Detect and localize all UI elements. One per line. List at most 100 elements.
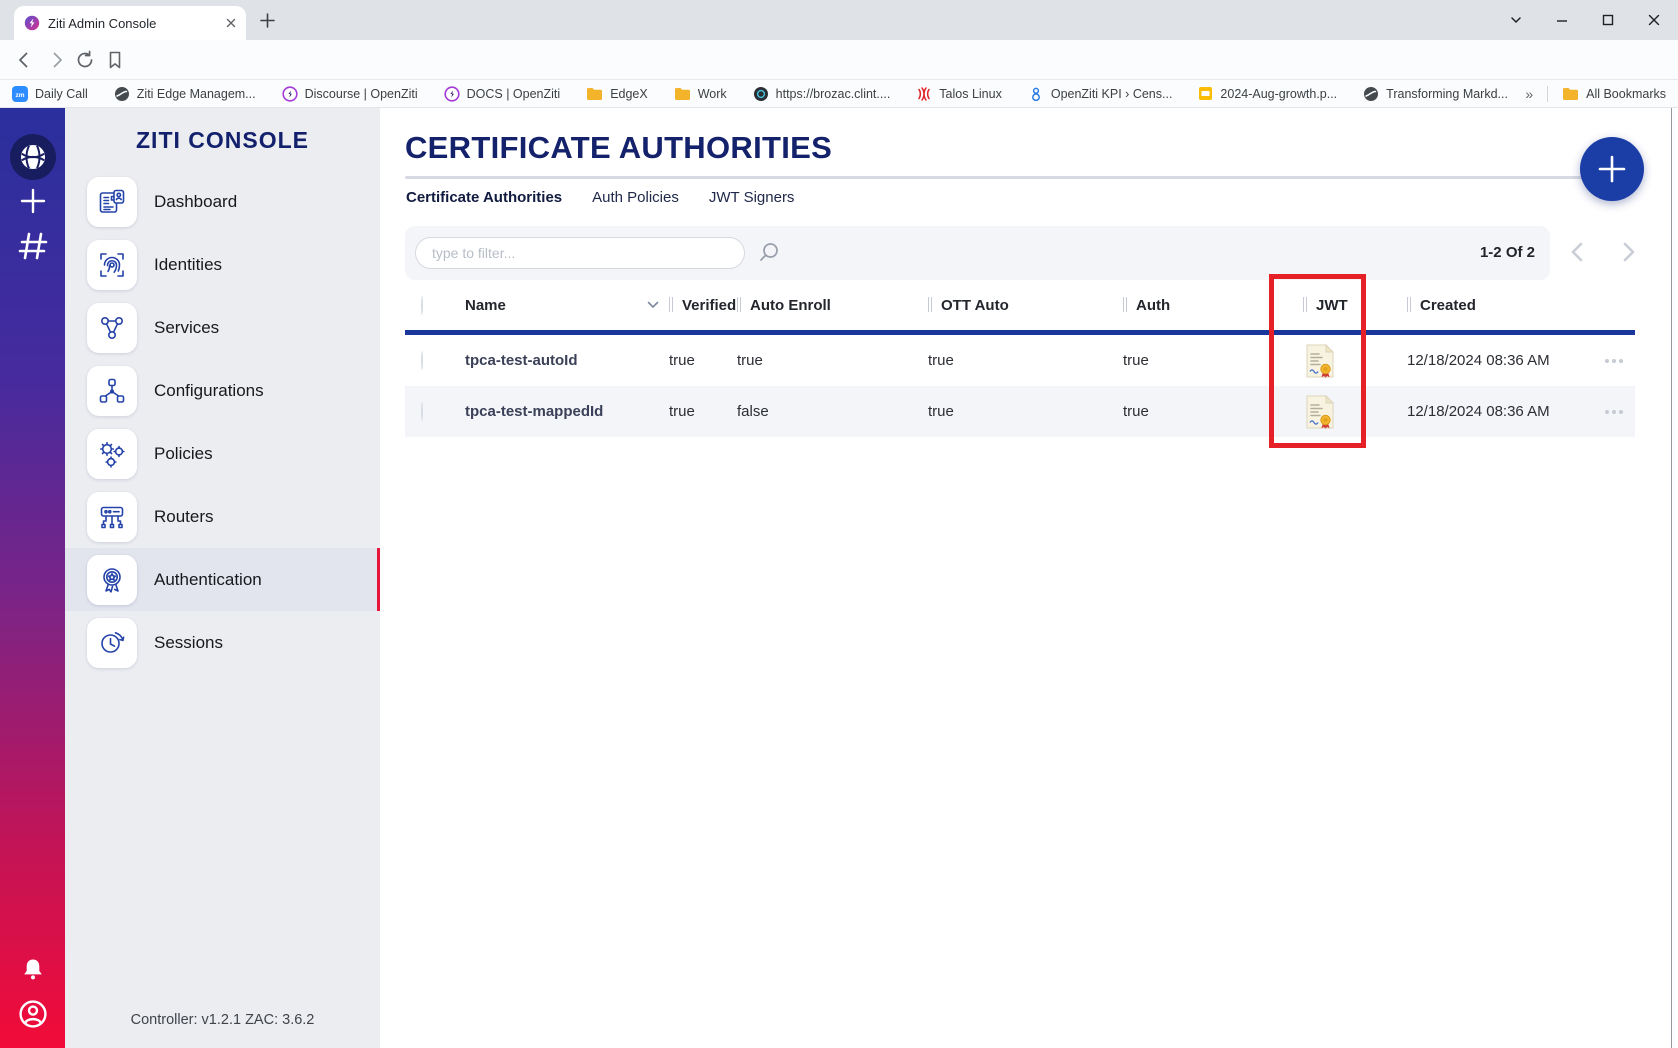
tab-close-icon[interactable]	[224, 16, 238, 30]
all-bookmarks-button[interactable]: All Bookmarks	[1562, 87, 1666, 101]
pagination-prev-icon[interactable]	[1565, 239, 1591, 265]
column-header-auto-enroll[interactable]: Auto Enroll	[737, 297, 928, 314]
ziti-logo-icon[interactable]	[0, 134, 65, 180]
tab-auth-policies[interactable]: Auth Policies	[592, 189, 679, 206]
site-icon	[753, 86, 769, 102]
filter-input[interactable]	[415, 237, 745, 269]
bookmark-ziti-edge[interactable]: Ziti Edge Managem...	[114, 86, 256, 102]
bookmark-transforming-markdown[interactable]: Transforming Markd...	[1363, 86, 1508, 102]
bookmark-2024-aug-growth[interactable]: 2024-Aug-growth.p...	[1198, 86, 1337, 101]
page-title: CERTIFICATE AUTHORITIES	[405, 130, 832, 166]
table-row[interactable]: tpca-test-autoId true true true true 12/…	[405, 335, 1635, 386]
sessions-clock-icon	[87, 618, 137, 668]
bookmark-ribbon-icon[interactable]	[104, 49, 126, 71]
row-checkbox[interactable]	[421, 402, 423, 421]
add-certificate-authority-button[interactable]	[1580, 137, 1644, 201]
table-row[interactable]: tpca-test-mappedId true false true true …	[405, 386, 1635, 437]
bookmark-discourse-openziti[interactable]: Discourse | OpenZiti	[282, 86, 418, 102]
ott-auto-cell: true	[928, 403, 1123, 420]
tab-certificate-authorities[interactable]: Certificate Authorities	[406, 189, 562, 206]
column-header-name[interactable]: Name	[465, 297, 669, 314]
bookmarks-overflow-chevrons[interactable]: »	[1525, 86, 1533, 102]
search-icon[interactable]	[757, 241, 781, 265]
tab-jwt-signers[interactable]: JWT Signers	[709, 189, 795, 206]
document-icon	[1198, 86, 1213, 101]
sidebar-item-routers[interactable]: Routers	[65, 485, 380, 548]
new-tab-button[interactable]	[258, 11, 277, 30]
plus-icon	[1595, 152, 1629, 186]
browser-toolbar: https://ctrl.cdaws.clint.demo.openziti.o…	[0, 40, 1678, 80]
sidebar-item-policies[interactable]: Policies	[65, 422, 380, 485]
sidebar-item-authentication[interactable]: Authentication	[65, 548, 380, 611]
profile-icon[interactable]	[0, 998, 65, 1030]
scrollbar-edge	[1671, 108, 1672, 1048]
svg-text:zm: zm	[15, 92, 24, 99]
back-icon[interactable]	[13, 49, 35, 71]
sort-chevron-icon[interactable]	[647, 301, 659, 309]
ca-name-cell[interactable]: tpca-test-mappedId	[465, 403, 669, 420]
browser-titlebar: Ziti Admin Console	[0, 0, 1678, 40]
tab-title: Ziti Admin Console	[48, 16, 216, 31]
bookmark-daily-call[interactable]: zm Daily Call	[12, 86, 88, 102]
row-menu-ellipsis-icon[interactable]	[1605, 410, 1635, 414]
verified-cell: true	[669, 352, 737, 369]
column-header-auth[interactable]: Auth	[1123, 297, 1303, 314]
policies-gears-icon	[87, 429, 137, 479]
router-icon	[87, 492, 137, 542]
ott-auto-cell: true	[928, 352, 1123, 369]
openziti-icon	[282, 86, 298, 102]
tab-search-chevron-icon[interactable]	[1508, 12, 1524, 28]
browser-tab[interactable]: Ziti Admin Console	[14, 6, 246, 40]
forward-icon[interactable]	[46, 49, 68, 71]
select-all-checkbox[interactable]	[421, 296, 423, 315]
sidebar-item-identities[interactable]: Identities	[65, 233, 380, 296]
bookmark-folder-work[interactable]: Work	[674, 87, 727, 101]
sidebar-item-sessions[interactable]: Sessions	[65, 611, 380, 674]
created-cell: 12/18/2024 08:36 AM	[1407, 403, 1605, 420]
jwt-certificate-icon[interactable]	[1303, 343, 1407, 379]
row-menu-ellipsis-icon[interactable]	[1605, 359, 1635, 363]
bookmark-docs-openziti[interactable]: DOCS | OpenZiti	[444, 86, 561, 102]
ziti-admin-console-app: ZITI CONSOLE Dashboard Identities Servic…	[0, 108, 1678, 1048]
zoom-app-icon: zm	[12, 86, 28, 102]
filter-toolbar: 1-2 Of 2	[405, 226, 1550, 280]
sidebar-item-configurations[interactable]: Configurations	[65, 359, 380, 422]
column-header-created[interactable]: Created	[1407, 297, 1605, 314]
ca-name-cell[interactable]: tpca-test-autoId	[465, 352, 669, 369]
bookmark-brozac[interactable]: https://brozac.clint....	[753, 86, 891, 102]
rail-add-icon[interactable]	[0, 186, 65, 216]
folder-icon	[674, 87, 691, 101]
folder-icon	[1562, 87, 1579, 101]
pagination-next-icon[interactable]	[1615, 239, 1641, 265]
auth-cell: true	[1123, 352, 1303, 369]
auth-cell: true	[1123, 403, 1303, 420]
bookmark-folder-edgex[interactable]: EdgeX	[586, 87, 648, 101]
window-minimize-button[interactable]	[1554, 12, 1570, 28]
column-header-ott-auto[interactable]: OTT Auto	[928, 297, 1123, 314]
column-header-jwt[interactable]: JWT	[1303, 297, 1407, 314]
bookmarks-divider	[1547, 86, 1548, 102]
bookmark-talos-linux[interactable]: Talos Linux	[916, 86, 1002, 102]
rail-hash-icon[interactable]	[0, 230, 65, 262]
table-header-row: Name Verified Auto Enroll OTT Auto Auth …	[405, 280, 1635, 330]
bookmark-openziti-kpi[interactable]: OpenZiti KPI › Cens...	[1028, 86, 1173, 102]
pagination-count: 1-2 Of 2	[1480, 244, 1535, 261]
sidebar-item-services[interactable]: Services	[65, 296, 380, 359]
jwt-certificate-icon[interactable]	[1303, 394, 1407, 430]
column-header-verified[interactable]: Verified	[669, 297, 737, 314]
auto-enroll-cell: false	[737, 403, 928, 420]
reload-icon[interactable]	[74, 49, 96, 71]
fingerprint-icon	[87, 240, 137, 290]
folder-icon	[586, 87, 603, 101]
window-maximize-button[interactable]	[1600, 12, 1616, 28]
notifications-bell-icon[interactable]	[0, 956, 65, 984]
window-close-button[interactable]	[1646, 12, 1662, 28]
row-checkbox[interactable]	[421, 351, 423, 370]
app-brand-title: ZITI CONSOLE	[65, 127, 380, 154]
configurations-network-icon	[87, 366, 137, 416]
app-rail	[0, 108, 65, 1048]
sidebar-menu: Dashboard Identities Services Configurat…	[65, 170, 380, 674]
auth-badge-icon	[87, 555, 137, 605]
sidebar-item-dashboard[interactable]: Dashboard	[65, 170, 380, 233]
section-tabs: Certificate Authorities Auth Policies JW…	[406, 189, 794, 206]
